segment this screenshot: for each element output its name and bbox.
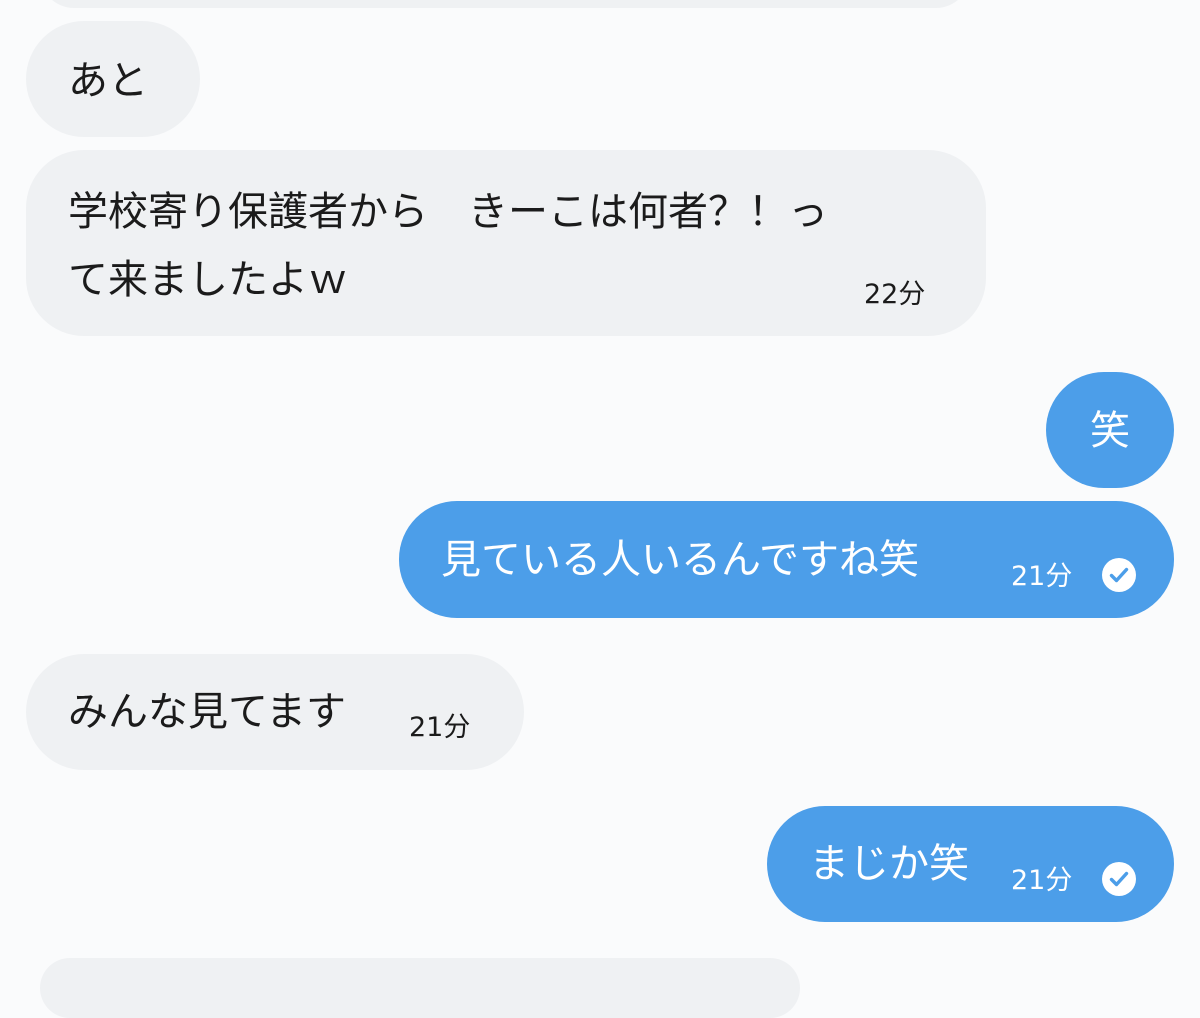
- message-timestamp: 21分: [1011, 865, 1073, 896]
- message-text-line-1: 学校寄り保護者から きーこは何者？！っ: [68, 189, 828, 235]
- read-check-icon: [1102, 862, 1136, 896]
- message-bubble-incoming[interactable]: [40, 0, 970, 8]
- message-bubble-outgoing[interactable]: まじか笑 21分: [767, 806, 1174, 922]
- message-bubble-incoming[interactable]: 学校寄り保護者から きーこは何者？！っ て来ましたよｗ 22分: [26, 150, 986, 336]
- message-timestamp: 21分: [409, 712, 471, 743]
- message-bubble-outgoing[interactable]: 笑: [1046, 372, 1174, 488]
- message-text: 見ている人いるんですね笑: [441, 537, 919, 583]
- message-text: 笑: [1090, 408, 1130, 454]
- message-text: みんな見てます: [68, 689, 346, 735]
- message-timestamp: 22分: [864, 279, 926, 310]
- message-bubble-incoming[interactable]: みんな見てます 21分: [26, 654, 524, 770]
- message-bubble-incoming[interactable]: あと: [26, 21, 200, 137]
- read-check-icon: [1102, 558, 1136, 592]
- message-timestamp: 21分: [1011, 561, 1073, 592]
- message-text: あと: [68, 58, 148, 104]
- conversation-view: あと 学校寄り保護者から きーこは何者？！っ て来ましたよｗ 22分 笑 見てい…: [0, 0, 1200, 1018]
- message-text-line-2: て来ましたよｗ: [68, 257, 348, 303]
- message-bubble-incoming[interactable]: [40, 958, 800, 1018]
- message-text: まじか笑: [809, 841, 969, 887]
- message-bubble-outgoing[interactable]: 見ている人いるんですね笑 21分: [399, 501, 1174, 618]
